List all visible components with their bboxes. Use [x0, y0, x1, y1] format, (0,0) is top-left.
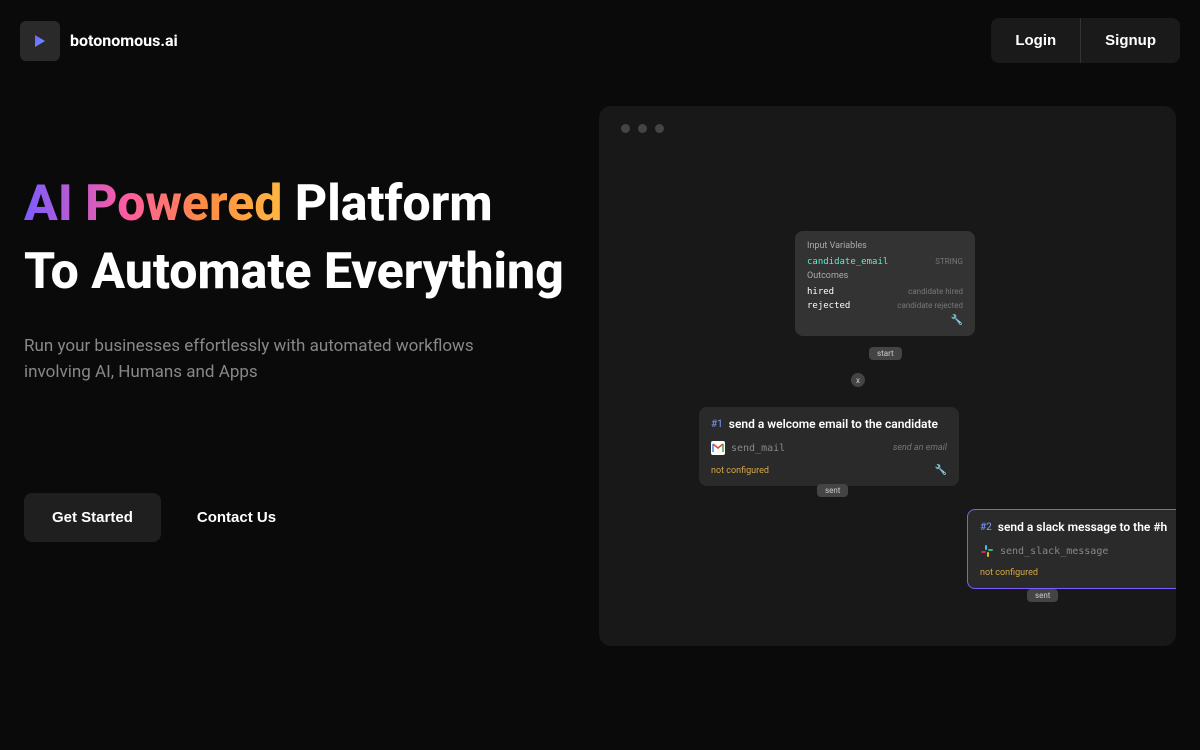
sent-tag: sent: [1027, 589, 1058, 602]
step-title: send a slack message to the #h: [998, 520, 1167, 534]
outcome-name: rejected: [807, 301, 850, 311]
window-dot-icon: [621, 124, 630, 133]
input-variables-label: Input Variables: [807, 241, 963, 251]
wrench-icon: 🔧: [807, 315, 963, 326]
app-function: send_mail: [731, 443, 785, 454]
workflow-step-card: #1 send a welcome email to the candidate: [699, 407, 959, 486]
slack-icon: [980, 544, 994, 558]
var-name: candidate_email: [807, 257, 888, 267]
workflow-preview: Input Variables candidate_email STRING O…: [599, 106, 1176, 646]
step-number: #1: [711, 419, 723, 430]
hero-title-line2: To Automate Everything: [24, 243, 564, 301]
app-function: send_slack_message: [1000, 546, 1108, 557]
workflow-step-card: #2 send a slack message to the #h: [967, 509, 1176, 589]
outcomes-label: Outcomes: [807, 271, 963, 281]
var-type: STRING: [935, 257, 963, 267]
x-tag: x: [851, 373, 865, 387]
hero-title-rest: Platform: [282, 175, 492, 233]
outcome-name: hired: [807, 287, 834, 297]
sent-tag: sent: [817, 484, 848, 497]
login-button[interactable]: Login: [991, 18, 1081, 63]
hero-subtitle: Run your businesses effortlessly with au…: [24, 334, 504, 385]
window-dot-icon: [655, 124, 664, 133]
config-status: not configured: [711, 466, 769, 476]
app-action: send an email: [893, 443, 947, 453]
gmail-icon: [711, 441, 725, 455]
contact-us-button[interactable]: Contact Us: [197, 509, 276, 526]
window-controls: [599, 106, 1176, 151]
outcome-desc: candidate rejected: [897, 301, 963, 311]
step-title: send a welcome email to the candidate: [729, 417, 938, 431]
config-status: not configured: [980, 568, 1038, 578]
signup-button[interactable]: Signup: [1081, 18, 1180, 63]
window-dot-icon: [638, 124, 647, 133]
step-number: #2: [980, 522, 992, 533]
hero-title-gradient: AI Powered: [24, 175, 282, 233]
hero-title: AI Powered Platform To Automate Everythi…: [24, 171, 579, 306]
variables-card: Input Variables candidate_email STRING O…: [795, 231, 975, 336]
start-tag: start: [869, 347, 902, 360]
wrench-icon: 🔧: [935, 465, 947, 476]
brand-name: botonomous.ai: [70, 31, 178, 50]
outcome-desc: candidate hired: [908, 287, 963, 297]
brand[interactable]: botonomous.ai: [20, 21, 178, 61]
logo-icon: [20, 21, 60, 61]
get-started-button[interactable]: Get Started: [24, 493, 161, 542]
nav-buttons: Login Signup: [991, 18, 1180, 63]
